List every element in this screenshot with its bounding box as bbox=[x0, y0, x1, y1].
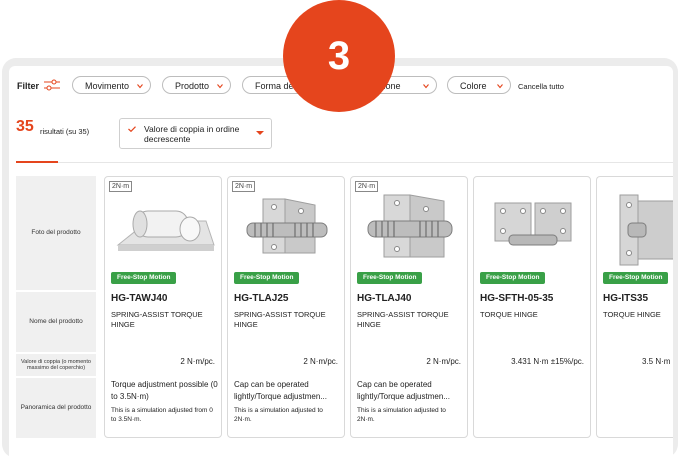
filter-label: Filter bbox=[17, 81, 40, 91]
sort-label: Valore di coppia in ordine decrescente bbox=[144, 124, 240, 144]
motion-tag: Free-Stop Motion bbox=[111, 272, 177, 284]
chip-label: Colore bbox=[460, 81, 487, 91]
product-image bbox=[246, 198, 328, 254]
chevron-down-icon bbox=[423, 84, 429, 89]
product-image bbox=[494, 202, 572, 246]
row-label-overview: Panoramica del prodotto bbox=[16, 378, 96, 438]
product-card-hg-tlaj40[interactable]: 2N·m Free-Stop Motion HG-TLAJ40 SPRING-A… bbox=[350, 176, 468, 438]
product-feature-line: lightly/Torque adjustmen... bbox=[234, 392, 327, 401]
product-image bbox=[619, 194, 673, 266]
torque-unit-label: 2N·m bbox=[232, 181, 256, 192]
product-description: TORQUE HINGE bbox=[480, 310, 538, 319]
product-card-hg-tawj40[interactable]: 2N·m Free-Stop Motion HG-TAWJ40 SPRING-A… bbox=[104, 176, 222, 438]
model-name: HG-TLAJ25 bbox=[234, 293, 289, 304]
product-description: SPRING-ASSIST TORQUE HINGE bbox=[111, 310, 203, 329]
result-count: 35 bbox=[16, 118, 34, 135]
product-feature-line: Cap can be operated bbox=[357, 380, 432, 389]
product-description: SPRING-ASSIST TORQUE HINGE bbox=[234, 310, 326, 329]
divider-accent bbox=[16, 161, 58, 163]
product-description: SPRING-ASSIST TORQUE HINGE bbox=[357, 310, 449, 329]
product-feature: Torque adjustment possible (0 to 3.5N·m) bbox=[111, 380, 218, 401]
torque-value: 2 N·m/pc. bbox=[180, 357, 215, 366]
product-feature-line: lightly/Torque adjustmen... bbox=[357, 392, 450, 401]
torque-value: 2 N·m/pc. bbox=[426, 357, 461, 366]
filter-chip-colore[interactable]: Colore bbox=[447, 76, 511, 94]
product-note: This is a simulation adjusted to 2N·m. bbox=[357, 407, 446, 423]
torque-value: 2 N·m/pc. bbox=[303, 357, 338, 366]
filter-sliders-icon[interactable] bbox=[43, 79, 61, 91]
product-image bbox=[367, 194, 453, 258]
product-card-hg-tlaj25[interactable]: 2N·m Free-Stop Motion HG-TLAJ25 SPRING-A… bbox=[227, 176, 345, 438]
product-image bbox=[116, 210, 215, 251]
filter-chip-movimento[interactable]: Movimento bbox=[72, 76, 151, 94]
model-name: HG-SFTH-05-35 bbox=[480, 293, 554, 304]
chevron-down-icon bbox=[137, 84, 143, 89]
chip-label: Movimento bbox=[85, 81, 130, 91]
product-card-hg-its35[interactable]: Free-Stop Motion HG-ITS35 TORQUE HINGE 3… bbox=[596, 176, 673, 438]
torque-value: 3.5 N·m bbox=[642, 357, 671, 366]
check-icon bbox=[128, 126, 136, 132]
row-label-torque: Valore di coppia (o momento massimo del … bbox=[16, 354, 96, 376]
sort-dropdown[interactable]: Valore di coppia in ordine decrescente bbox=[119, 118, 272, 149]
product-note: This is a simulation adjusted from 0 to … bbox=[111, 407, 213, 423]
motion-tag: Free-Stop Motion bbox=[603, 272, 669, 284]
model-name: HG-ITS35 bbox=[603, 293, 649, 304]
motion-tag: Free-Stop Motion bbox=[480, 272, 546, 284]
caret-down-icon bbox=[256, 131, 264, 135]
result-count-label: risultati (su 35) bbox=[40, 127, 90, 136]
step-badge: 3 bbox=[283, 0, 395, 112]
product-feature: Cap can be operated lightly/Torque adjus… bbox=[234, 379, 342, 403]
chevron-down-icon bbox=[497, 84, 503, 89]
motion-tag: Free-Stop Motion bbox=[357, 272, 423, 284]
row-label-name: Nome del prodotto bbox=[16, 292, 96, 352]
filter-chip-prodotto[interactable]: Prodotto bbox=[162, 76, 231, 94]
product-description: TORQUE HINGE bbox=[603, 310, 661, 319]
product-feature: Cap can be operated lightly/Torque adjus… bbox=[357, 379, 465, 403]
row-label-photo: Foto del prodotto bbox=[16, 176, 96, 290]
divider bbox=[16, 162, 673, 163]
product-card-hg-sfth-05-35[interactable]: Free-Stop Motion HG-SFTH-05-35 TORQUE HI… bbox=[473, 176, 591, 438]
model-name: HG-TLAJ40 bbox=[357, 293, 412, 304]
motion-tag: Free-Stop Motion bbox=[234, 272, 300, 284]
torque-unit-label: 2N·m bbox=[355, 181, 379, 192]
product-feature-line: Cap can be operated bbox=[234, 380, 309, 389]
torque-value: 3.431 N·m ±15%/pc. bbox=[511, 357, 584, 366]
model-name: HG-TAWJ40 bbox=[111, 293, 168, 304]
torque-unit-label: 2N·m bbox=[109, 181, 133, 192]
clear-all-link[interactable]: Cancella tutto bbox=[518, 82, 564, 91]
chip-label: Prodotto bbox=[175, 81, 210, 91]
product-list-window: Filter Movimento Prodotto Forma del nzio… bbox=[9, 66, 673, 458]
product-note: This is a simulation adjusted to 2N·m. bbox=[234, 407, 323, 423]
chevron-down-icon bbox=[217, 84, 223, 89]
